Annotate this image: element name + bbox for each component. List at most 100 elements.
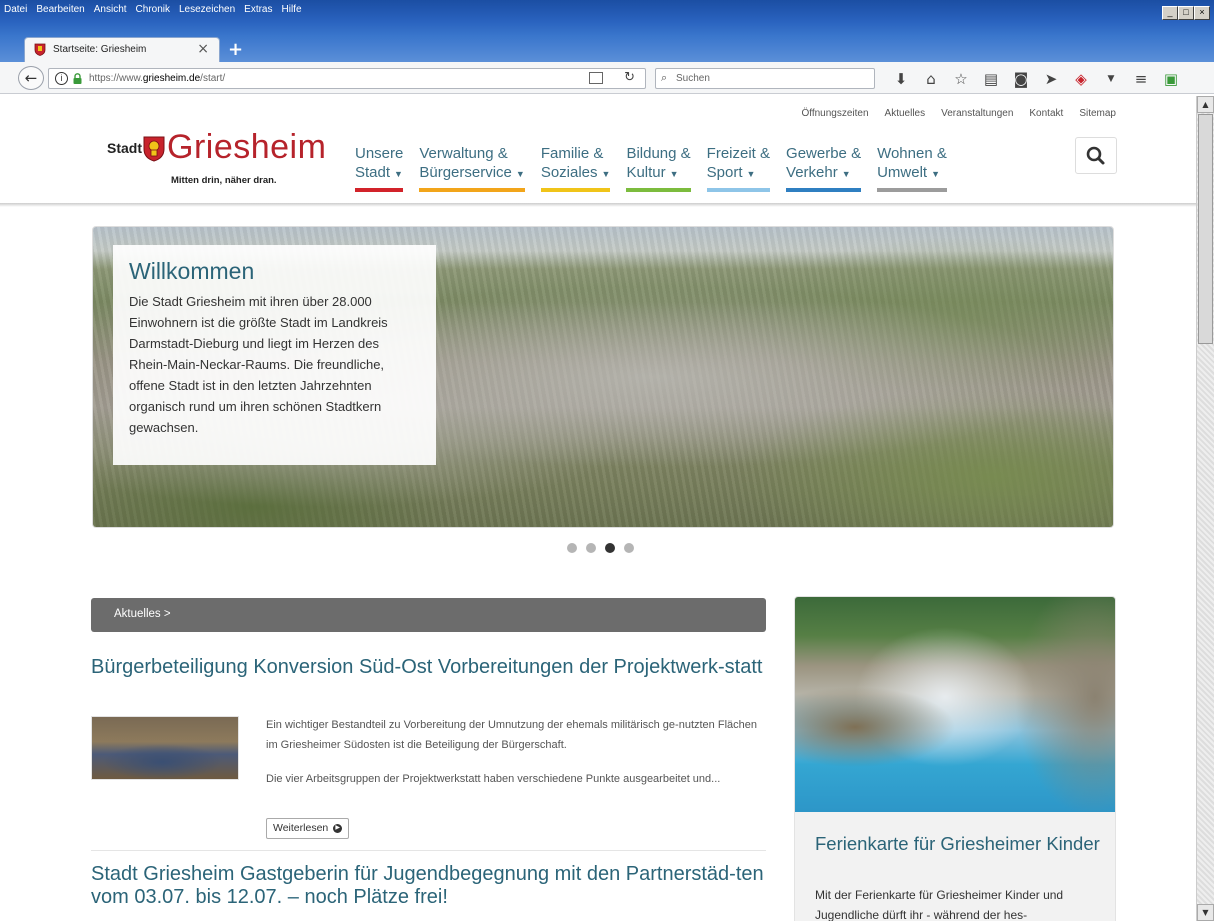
site-logo[interactable]: Stadt Griesheim Mitten drin, näher dran. xyxy=(107,128,337,194)
url-bar[interactable]: i https://www.griesheim.de/start/ ↻ xyxy=(48,68,646,89)
menu-lesezeichen[interactable]: Lesezeichen xyxy=(179,4,235,15)
menu-icon[interactable]: ≡ xyxy=(1126,69,1156,89)
nav-label-line2: Verkehr ▼ xyxy=(786,164,851,181)
reader-view-icon[interactable] xyxy=(589,72,603,84)
library-icon[interactable]: ▤ xyxy=(976,69,1006,89)
feature-title[interactable]: Ferienkarte für Griesheimer Kinder xyxy=(815,833,1105,855)
main-navigation: Unsere Stadt ▼ Verwaltung & Bürgerservice… xyxy=(355,144,963,192)
article-paragraph: Ein wichtiger Bestandteil zu Vorbereitun… xyxy=(266,719,757,751)
utility-link-aktuelles[interactable]: Aktuelles xyxy=(885,108,926,119)
nav-gewerbe[interactable]: Gewerbe & Verkehr ▼ xyxy=(786,144,862,192)
nav-color-bar xyxy=(626,188,691,192)
welcome-box: Willkommen Die Stadt Griesheim mit ihren… xyxy=(113,245,436,465)
nav-color-bar xyxy=(540,188,611,192)
nav-color-bar xyxy=(706,188,771,192)
menu-extras[interactable]: Extras xyxy=(244,4,272,15)
back-button[interactable]: ← xyxy=(18,66,44,90)
menu-items: Datei Bearbeiten Ansicht Chronik Lesezei… xyxy=(4,4,302,15)
nav-bildung[interactable]: Bildung & Kultur ▼ xyxy=(626,144,691,192)
magnifier-icon xyxy=(1086,146,1105,165)
article-title[interactable]: Bürgerbeteiligung Konversion Süd-Ost Vor… xyxy=(91,656,771,679)
browser-menubar: Datei Bearbeiten Ansicht Chronik Lesezei… xyxy=(0,0,1214,36)
nav-wohnen[interactable]: Wohnen & Umwelt ▼ xyxy=(877,144,947,192)
arrow-right-icon: ▶ xyxy=(333,823,343,833)
menu-ansicht[interactable]: Ansicht xyxy=(94,4,127,15)
scroll-thumb[interactable] xyxy=(1198,114,1213,344)
slider-dot-3[interactable] xyxy=(605,543,615,553)
maximize-button[interactable]: □ xyxy=(1178,6,1194,20)
slider-dots xyxy=(567,543,634,553)
scroll-up-icon[interactable]: ▲ xyxy=(1197,96,1214,113)
news-header-label: Aktuelles > xyxy=(114,608,171,620)
nav-label-line1: Wohnen & xyxy=(877,145,947,162)
utility-nav: Öffnungszeiten Aktuelles Veranstaltungen… xyxy=(801,108,1116,119)
logo-slogan: Mitten drin, näher dran. xyxy=(171,175,277,186)
feature-card[interactable]: Ferienkarte für Griesheimer Kinder Mit d… xyxy=(794,596,1116,921)
nav-freizeit[interactable]: Freizeit & Sport ▼ xyxy=(706,144,771,192)
nav-color-bar xyxy=(877,188,947,192)
nav-verwaltung[interactable]: Verwaltung & Bürgerservice ▼ xyxy=(419,144,525,192)
nav-label-line1: Verwaltung & xyxy=(419,145,508,162)
pocket-icon[interactable]: ◙ xyxy=(1006,69,1036,89)
article-title[interactable]: Stadt Griesheim Gastgeberin für Jugendbe… xyxy=(91,863,771,909)
nav-familie[interactable]: Familie & Soziales ▼ xyxy=(540,144,611,192)
utility-link-veranstaltungen[interactable]: Veranstaltungen xyxy=(941,108,1013,119)
info-icon[interactable]: i xyxy=(55,72,68,85)
header-divider xyxy=(0,203,1196,207)
griesheim-favicon-icon xyxy=(34,43,46,56)
menu-bearbeiten[interactable]: Bearbeiten xyxy=(36,4,84,15)
url-text: https://www.griesheim.de/start/ xyxy=(89,73,226,84)
download-icon[interactable]: ⬇ xyxy=(886,69,916,89)
nav-label-line2: Kultur ▼ xyxy=(626,164,679,181)
caret-down-icon: ▼ xyxy=(746,169,756,179)
slider-dot-4[interactable] xyxy=(624,543,634,553)
page-scrollbar[interactable]: ▲ ▼ xyxy=(1196,96,1214,921)
close-window-button[interactable]: × xyxy=(1194,6,1210,20)
minimize-button[interactable]: _ xyxy=(1162,6,1178,20)
article-teaser: Ein wichtiger Bestandteil zu Vorbereitun… xyxy=(266,716,766,805)
welcome-text: Die Stadt Griesheim mit ihren über 28.00… xyxy=(129,294,388,435)
menu-chronik[interactable]: Chronik xyxy=(136,4,170,15)
arrow-left-icon: ← xyxy=(24,69,38,87)
utility-link-sitemap[interactable]: Sitemap xyxy=(1079,108,1116,119)
utility-link-oeffnungszeiten[interactable]: Öffnungszeiten xyxy=(801,108,868,119)
tab-close-icon[interactable]: × xyxy=(197,41,209,57)
tab-title: Startseite: Griesheim xyxy=(53,44,147,55)
addon-icon[interactable]: ▣ xyxy=(1156,69,1186,89)
new-tab-button[interactable]: + xyxy=(228,39,243,60)
caret-down-icon: ▼ xyxy=(601,169,611,179)
caret-down-icon: ▼ xyxy=(931,169,941,179)
home-icon[interactable]: ⌂ xyxy=(916,69,946,89)
lock-icon[interactable] xyxy=(73,73,82,84)
nav-unsere-stadt[interactable]: Unsere Stadt ▼ xyxy=(355,144,404,192)
swimming-pool-image xyxy=(795,597,1115,812)
website: Öffnungszeiten Aktuelles Veranstaltungen… xyxy=(0,96,1196,921)
reload-icon[interactable]: ↻ xyxy=(624,70,635,85)
send-icon[interactable]: ➤ xyxy=(1036,69,1066,89)
slider-dot-2[interactable] xyxy=(586,543,596,553)
window-controls: _ □ × xyxy=(1162,6,1210,20)
extension-icon[interactable]: ◈ xyxy=(1066,69,1096,89)
article-thumbnail[interactable] xyxy=(91,716,239,780)
caret-down-icon: ▼ xyxy=(669,169,679,179)
search-bar[interactable]: ⌕ Suchen xyxy=(655,68,875,89)
read-more-button[interactable]: Weiterlesen ▶ xyxy=(266,818,350,839)
utility-link-kontakt[interactable]: Kontakt xyxy=(1029,108,1063,119)
scroll-down-icon[interactable]: ▼ xyxy=(1197,904,1214,921)
browser-navbar: ← i https://www.griesheim.de/start/ ↻ ⌕ … xyxy=(0,62,1214,94)
logo-prefix: Stadt xyxy=(107,140,142,156)
nav-label-line2: Soziales ▼ xyxy=(540,164,611,181)
nav-color-bar xyxy=(786,188,862,192)
nav-label-line1: Bildung & xyxy=(626,145,691,162)
menu-datei[interactable]: Datei xyxy=(4,4,27,15)
bookmark-star-icon[interactable]: ☆ xyxy=(946,69,976,89)
menu-hilfe[interactable]: Hilfe xyxy=(282,4,302,15)
slider-dot-1[interactable] xyxy=(567,543,577,553)
nav-label-line2: Sport ▼ xyxy=(706,164,756,181)
site-search-button[interactable] xyxy=(1075,137,1117,174)
dropdown-icon[interactable]: ▼ xyxy=(1096,69,1126,89)
logo-name: Griesheim xyxy=(167,128,327,166)
nav-label-line2: Bürgerservice ▼ xyxy=(419,164,525,181)
news-header[interactable]: Aktuelles > xyxy=(91,598,766,632)
tab-startseite[interactable]: Startseite: Griesheim × xyxy=(24,37,220,62)
